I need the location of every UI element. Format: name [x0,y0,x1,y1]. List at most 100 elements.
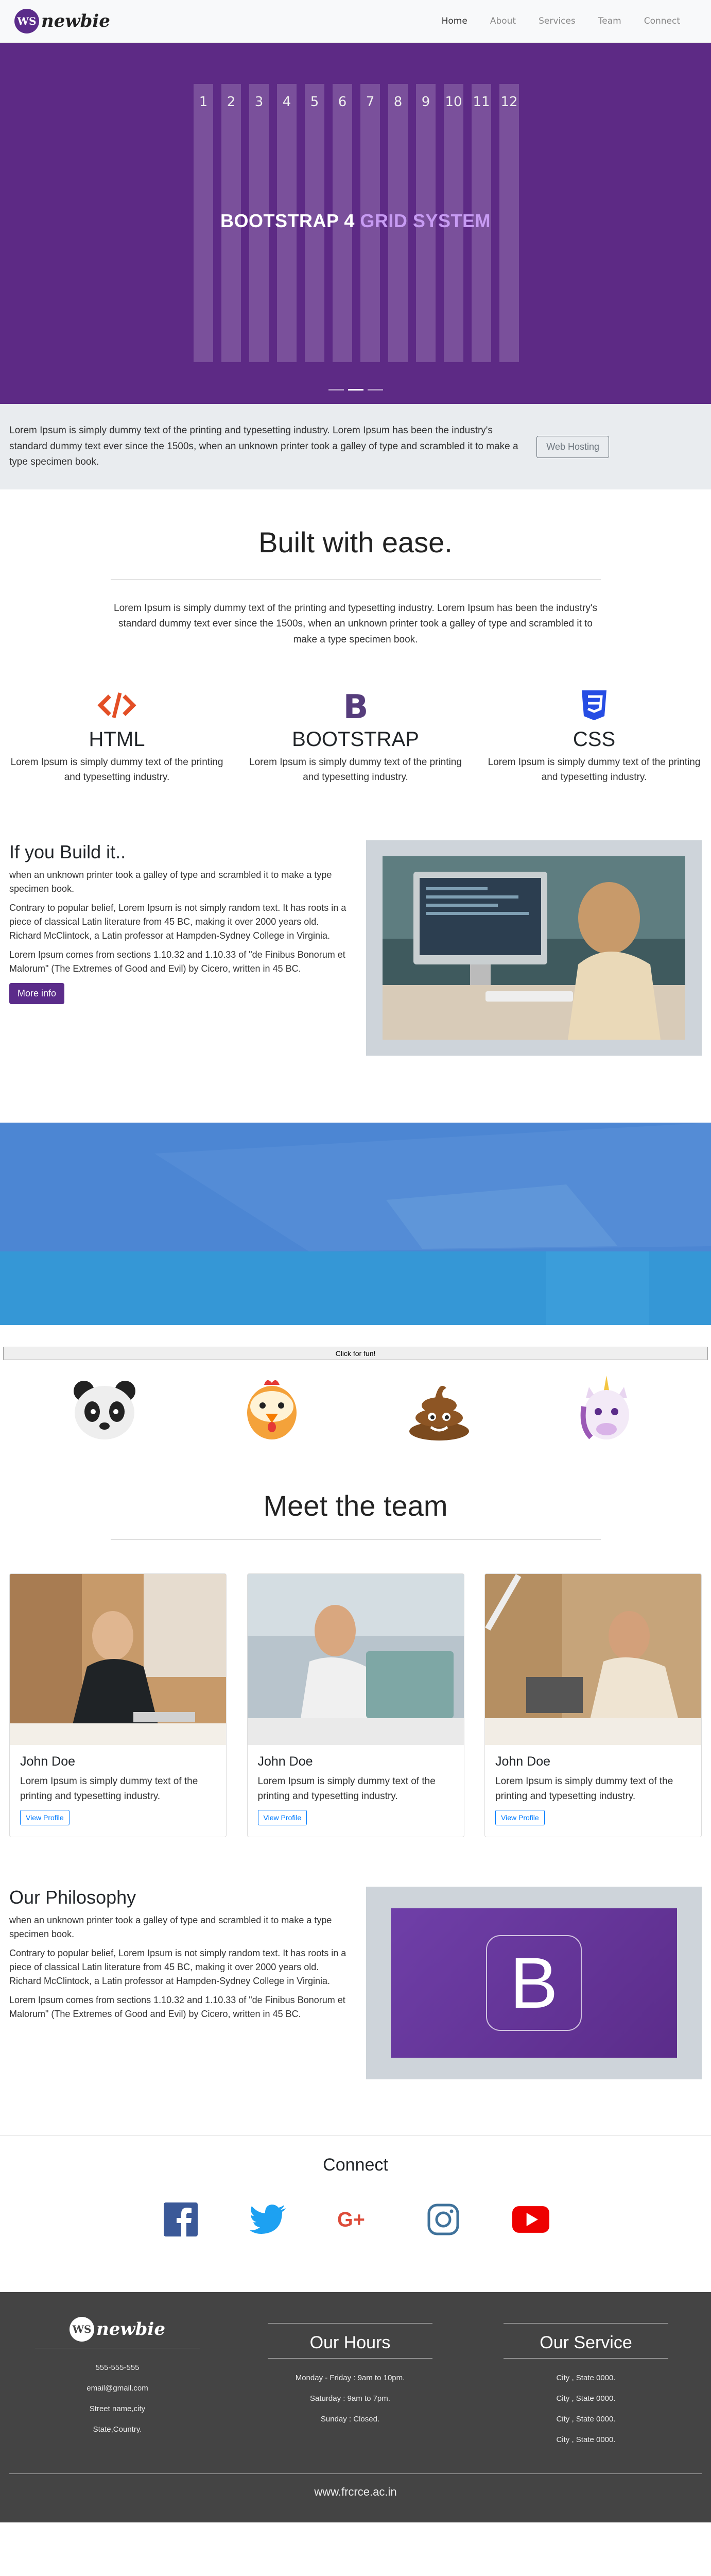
member-name: John Doe [20,1754,76,1769]
bootstrap-logo-icon: B [486,1935,582,2031]
build-section: If you Build it.. when an unknown printe… [0,840,711,1056]
unicorn-emoji[interactable] [570,1376,643,1443]
footer-site-link[interactable]: www.frcrce.ac.in [0,2485,711,2499]
team-section: Meet the team John Doe Lorem Ipsum is si… [0,1443,711,1838]
info-text: Lorem Ipsum is simply dummy text of the … [9,425,518,468]
hero-title: BOOTSTRAP 4 GRID SYSTEM [0,210,711,232]
bootstrap-logo-panel: B [391,1908,677,2058]
member-name: John Doe [257,1754,313,1769]
carousel-indicator-active[interactable] [348,389,363,391]
feature-title: HTML [89,728,145,751]
nav-links: Home About Services Team Connect [442,16,680,26]
section-title: Built with ease. [258,526,453,558]
carousel-indicator[interactable] [367,389,383,391]
nav-link-about[interactable]: About [490,16,516,26]
nav-link-connect[interactable]: Connect [644,16,680,26]
team-member-photo [10,1574,226,1745]
member-name: John Doe [495,1754,551,1769]
brand-mark: WS [14,9,39,33]
feature-title: BOOTSTRAP [292,728,419,751]
instagram-icon[interactable] [425,2201,462,2238]
feature-text: Lorem Ipsum is simply dummy text of the … [10,757,223,783]
build-paragraph: Lorem Ipsum comes from sections 1.10.32 … [9,950,345,974]
philosophy-image-frame: B [366,1887,702,2080]
nav-link-home[interactable]: Home [442,16,467,26]
view-profile-button[interactable]: View Profile [495,1810,545,1826]
poop-emoji[interactable] [403,1376,475,1443]
built-section: Built with ease. Lorem Ipsum is simply d… [0,489,711,785]
footer-hours-title: Our Hours [309,2333,391,2353]
google-plus-icon[interactable]: G+ [337,2201,374,2238]
carousel-indicators [0,389,711,391]
web-hosting-button[interactable]: Web Hosting [536,435,609,458]
philosophy-title: Our Philosophy [9,1887,136,1908]
connect-title: Connect [323,2155,388,2175]
section-title: Meet the team [263,1489,448,1522]
nav-link-team[interactable]: Team [598,16,621,26]
team-member-photo [247,1574,464,1745]
footer-phone: 555-555-555 [95,2363,140,2372]
nav-link-services[interactable]: Services [539,16,576,26]
build-paragraph: Contrary to popular belief, Lorem Ipsum … [9,903,346,941]
footer-divider [268,2358,432,2359]
team-cards: John Doe Lorem Ipsum is simply dummy tex… [0,1573,711,1838]
team-card: John Doe Lorem Ipsum is simply dummy tex… [9,1573,227,1838]
youtube-icon[interactable] [512,2201,549,2238]
footer-hours-item: Saturday : 9am to 7pm. [310,2394,390,2403]
features-row: HTML Lorem Ipsum is simply dummy text of… [0,689,711,785]
footer-bottom-divider [9,2473,702,2475]
member-text: Lorem Ipsum is simply dummy text of the … [257,1776,436,1802]
footer-service-title: Our Service [540,2333,632,2353]
lead-text: Lorem Ipsum is simply dummy text of the … [114,603,597,645]
hero-title-main: BOOTSTRAP 4 [220,210,355,231]
carousel-indicator[interactable] [328,389,344,391]
feature-html: HTML Lorem Ipsum is simply dummy text of… [6,689,228,785]
brand-logo[interactable]: WS newbie [14,9,110,33]
bootstrap-icon: B [245,689,466,722]
footer-email: email@gmail.com [86,2384,148,2393]
philosophy-text: Our Philosophy when an unknown printer t… [9,1887,349,2079]
feature-text: Lorem Ipsum is simply dummy text of the … [488,757,701,783]
philosophy-paragraph: when an unknown printer took a galley of… [9,1915,332,1940]
panda-emoji[interactable] [68,1376,141,1443]
facebook-icon[interactable] [162,2201,199,2238]
team-member-photo [485,1574,701,1745]
view-profile-button[interactable]: View Profile [20,1810,70,1826]
emoji-row [0,1376,711,1443]
connect-section: Connect G+ [0,2135,711,2292]
footer-service-column: Our Service City , State 0000. City , St… [504,2317,668,2450]
member-text: Lorem Ipsum is simply dummy text of the … [495,1776,673,1802]
chicken-emoji[interactable] [236,1376,308,1443]
click-for-fun-button[interactable]: Click for fun! [3,1347,708,1361]
man-on-phone-image [10,1574,226,1745]
man-at-laptop-image [485,1574,701,1745]
philosophy-paragraph: Lorem Ipsum comes from sections 1.10.32 … [9,1995,345,2020]
footer-state: State,Country. [93,2425,142,2434]
svg-text:G+: G+ [337,2209,365,2231]
footer-service-item: City , State 0000. [556,2415,616,2424]
twitter-icon[interactable] [249,2201,287,2238]
svg-text:B: B [343,689,368,721]
footer-hours-item: Sunday : Closed. [320,2415,380,2424]
footer-divider [268,2323,432,2324]
social-links: G+ [0,2201,711,2238]
more-info-button[interactable]: More info [9,983,65,1005]
build-text: If you Build it.. when an unknown printe… [9,840,349,1056]
build-paragraph: when an unknown printer took a galley of… [9,870,332,894]
footer-brand-logo: WS newbie [35,2317,200,2342]
footer-street: Street name,city [89,2404,146,2414]
build-image-frame [366,840,702,1056]
team-card: John Doe Lorem Ipsum is simply dummy tex… [247,1573,464,1838]
feature-title: CSS [573,728,616,751]
footer-service-item: City , State 0000. [556,2394,616,2403]
footer-service-item: City , State 0000. [556,2374,616,2383]
hero-carousel: 1 2 3 4 5 6 7 8 9 10 11 12 BOOTSTRAP 4 G… [0,43,711,404]
woman-with-phone-image [247,1574,464,1745]
view-profile-button[interactable]: View Profile [257,1810,307,1826]
card-body: John Doe Lorem Ipsum is simply dummy tex… [10,1745,226,1837]
footer: WS newbie 555-555-555 email@gmail.com St… [0,2292,711,2523]
banner-image [0,1123,711,1326]
footer-divider [504,2358,668,2359]
code-icon [6,689,228,722]
keyboard-banner-graphic [0,1123,711,1326]
